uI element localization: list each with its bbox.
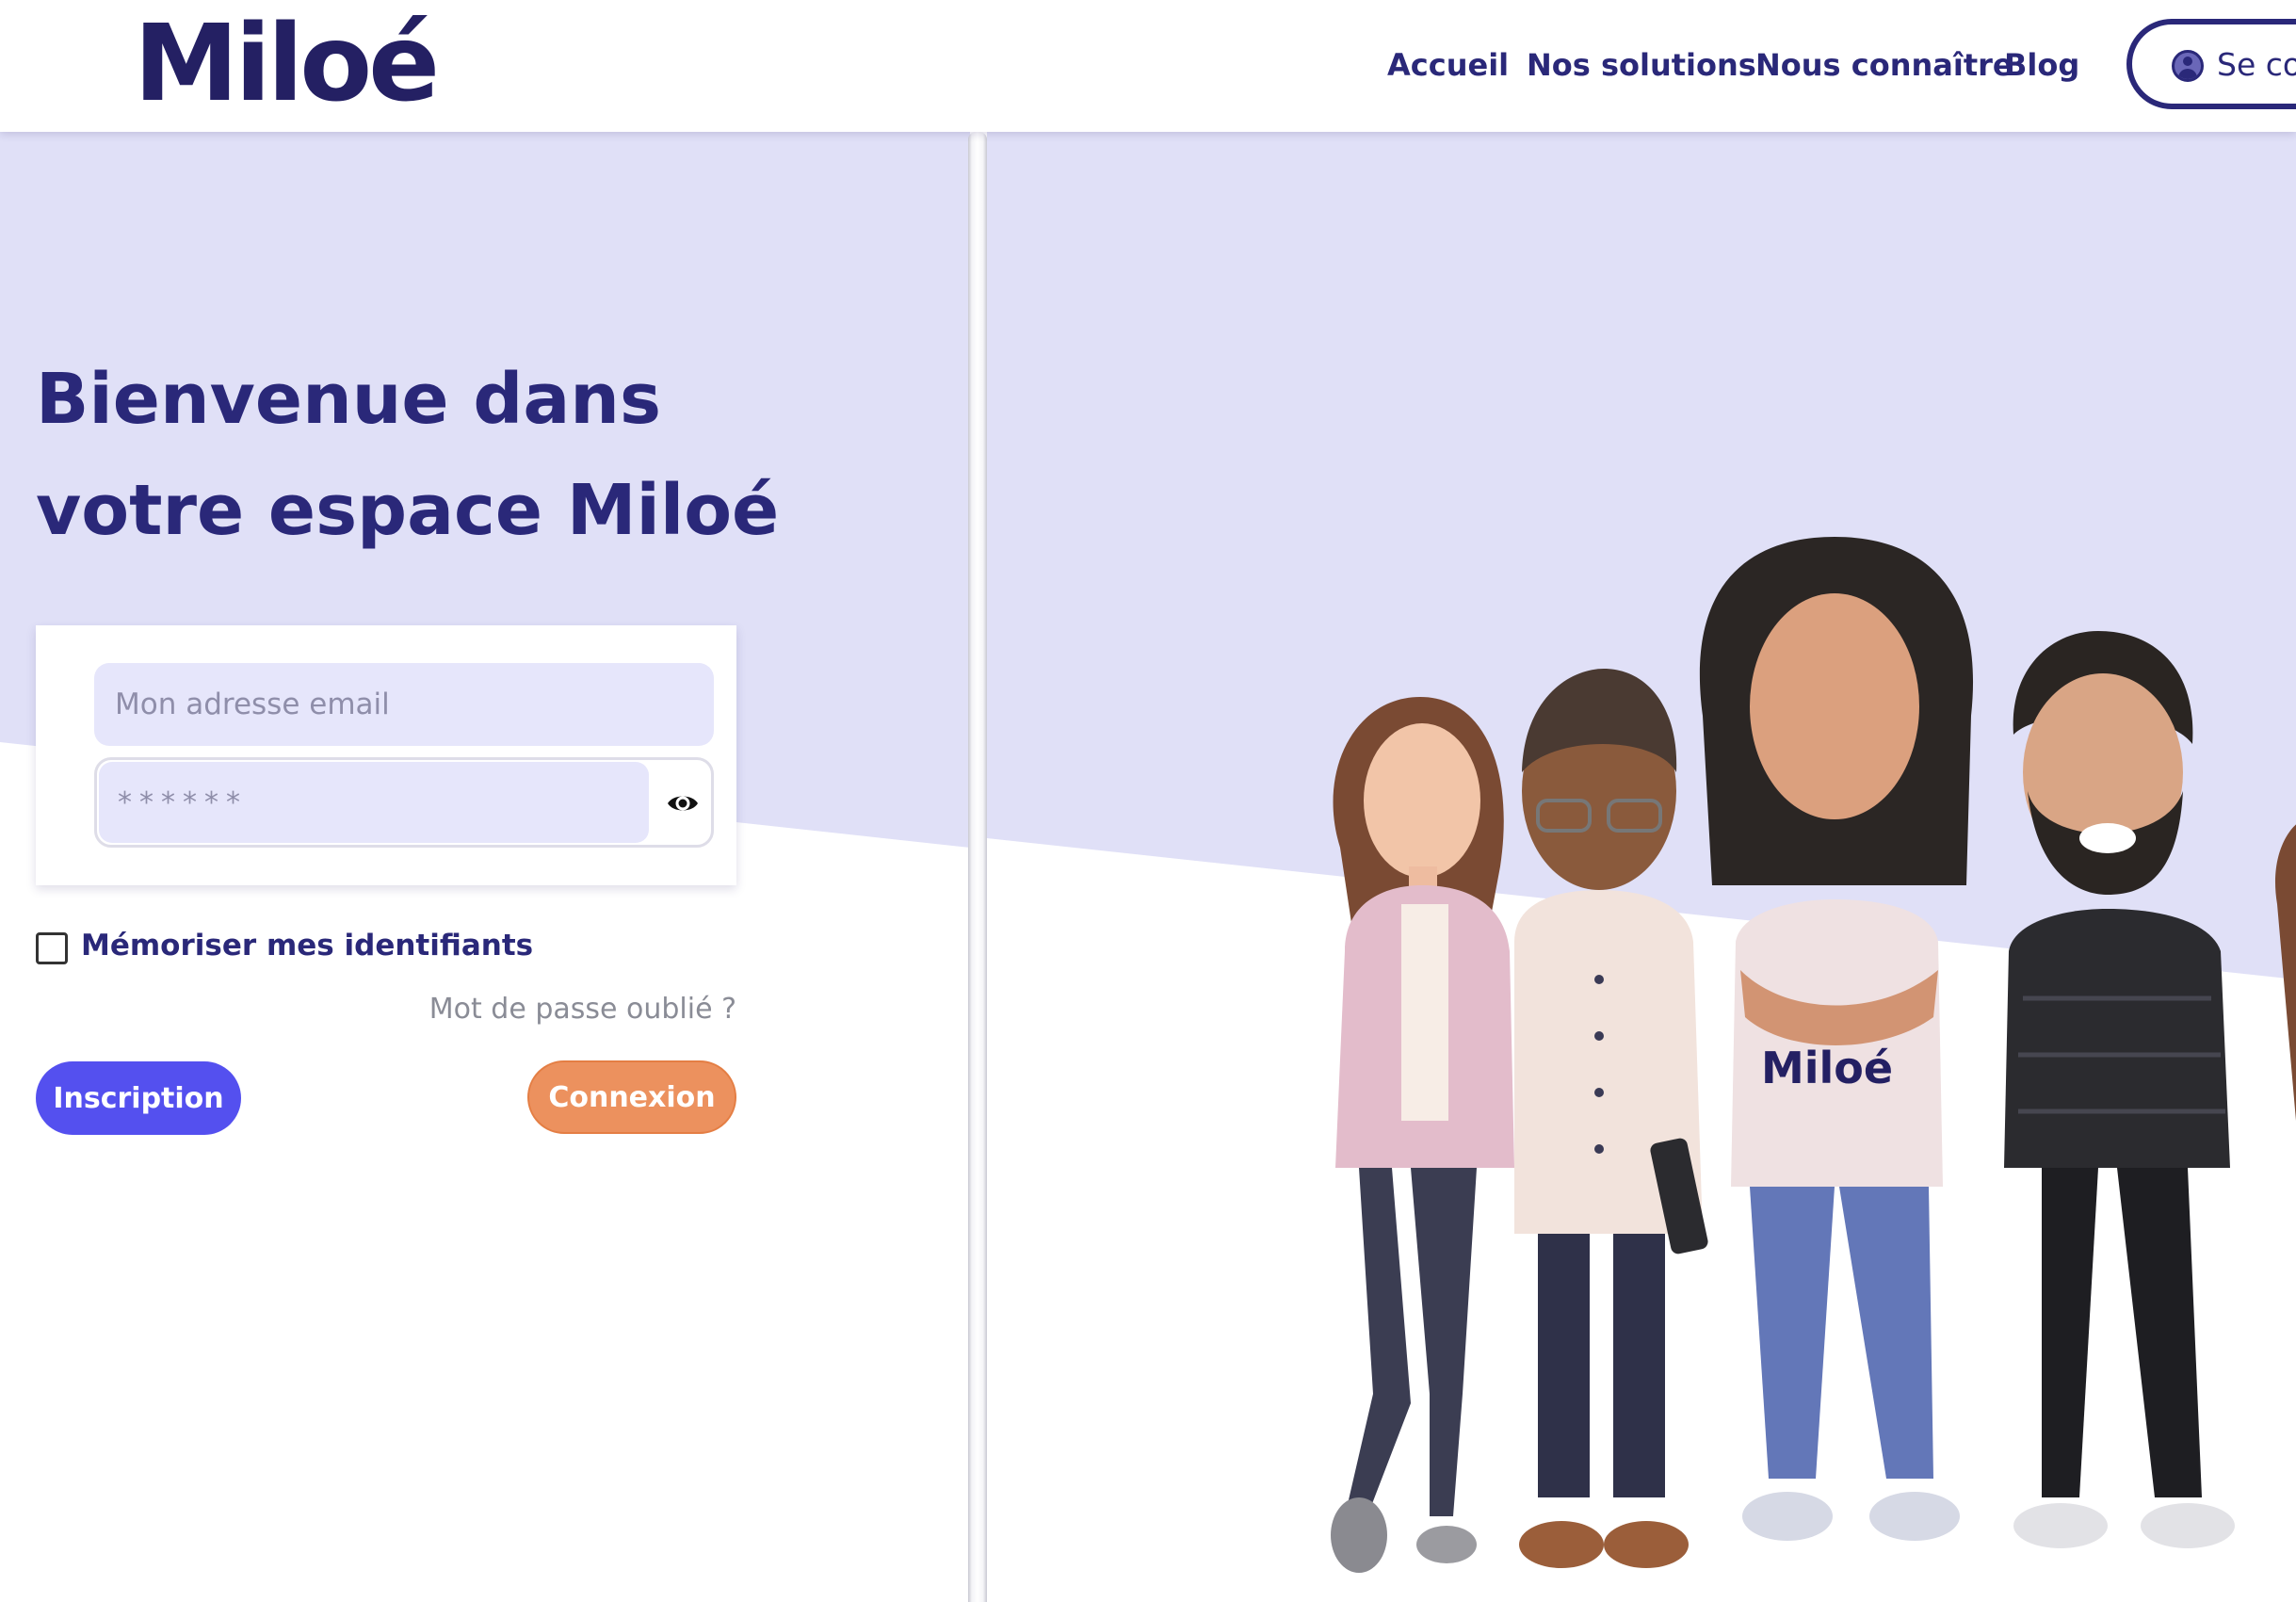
welcome-line-2: votre espace Miloé (36, 470, 780, 551)
login-header-button[interactable]: Se con (2126, 19, 2296, 109)
characters-illustration: Miloé (987, 132, 2296, 1573)
welcome-heading: Bienvenue dans votre espace Miloé (36, 344, 883, 566)
eye-icon[interactable] (666, 786, 700, 820)
nav-link-nos-solutions[interactable]: Nos solutions (1527, 43, 1756, 87)
login-header-label: Se con (2217, 46, 2296, 83)
email-input[interactable] (94, 663, 714, 746)
remember-me-label[interactable]: Mémoriser mes identifiants (81, 925, 533, 966)
nav-link-blog[interactable]: Blog (2004, 43, 2079, 87)
character-woman-miloe-tshirt: Miloé (1699, 537, 1974, 1541)
character-woman-pink-jacket (1331, 697, 1514, 1573)
site-header: Miloé Accueil Nos solutions Nous connaît… (0, 0, 2296, 132)
miloe-logo[interactable]: Miloé (134, 8, 440, 121)
illustration-panel: Miloé (987, 132, 2296, 1602)
user-circle-icon (2172, 50, 2204, 82)
welcome-line-1: Bienvenue dans (36, 359, 662, 440)
signup-button[interactable]: Inscription (36, 1061, 241, 1135)
panel-divider-scrollbar[interactable] (968, 132, 987, 1602)
login-button[interactable]: Connexion (527, 1060, 736, 1134)
forgot-password-link[interactable]: Mot de passe oublié ? (429, 989, 736, 1030)
password-field (94, 757, 714, 848)
remember-me-checkbox[interactable] (36, 932, 68, 964)
password-input[interactable] (99, 762, 649, 843)
tshirt-miloe-text: Miloé (1761, 1043, 1893, 1093)
nav-link-accueil[interactable]: Accueil (1387, 43, 1509, 87)
login-form-card (36, 625, 736, 885)
nav-link-nous-connaitre[interactable]: Nous connaître (1755, 43, 2013, 87)
